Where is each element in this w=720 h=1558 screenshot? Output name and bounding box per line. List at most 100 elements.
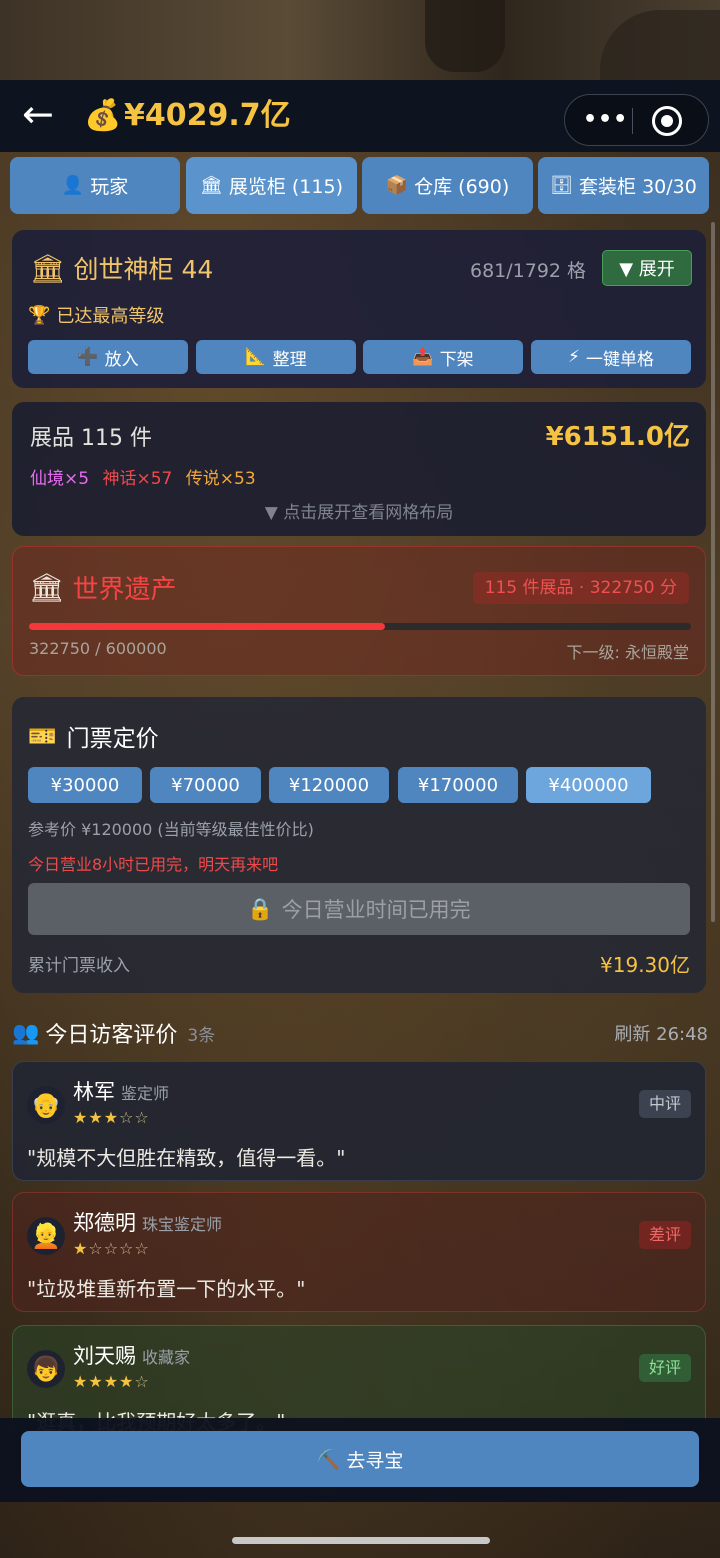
reference-price: 参考价 ¥120000 (当前等级最佳性价比) xyxy=(28,820,314,839)
review-tag: 差评 xyxy=(638,1221,691,1249)
money-balance: ¥4029.7亿 xyxy=(124,98,291,133)
ink-jar-decoration xyxy=(425,0,505,72)
tab-player[interactable]: 👤 玩家 xyxy=(10,157,180,214)
heritage-title: 🏛 世界遗产 xyxy=(29,569,177,606)
lock-icon: 🔒 xyxy=(247,896,274,921)
reviewer-role: 鉴定师 xyxy=(121,1084,170,1103)
empty-stars: ☆ xyxy=(134,1372,150,1391)
open-business-button-disabled[interactable]: 🔒 今日营业时间已用完 xyxy=(28,883,690,935)
empty-stars: ☆☆☆☆ xyxy=(88,1239,150,1258)
scrollbar[interactable] xyxy=(711,222,715,922)
package-icon: 📦 xyxy=(385,175,409,196)
visitor-reviews-title: 👥 今日访客评价 3条 xyxy=(12,1017,215,1049)
ticket-icon: 🎫 xyxy=(28,723,57,750)
treasure-hunt-label: 去寻宝 xyxy=(346,1449,404,1472)
next-level-label: 下一级: 永恒殿堂 xyxy=(566,643,689,662)
price-option[interactable]: ¥120000 xyxy=(269,767,389,803)
rarity-legend: 传说×53 xyxy=(185,469,256,489)
put-in-button[interactable]: ➕ 放入 xyxy=(28,340,188,374)
background-photo-strip xyxy=(0,0,720,80)
expand-button[interactable]: ▼ 展开 xyxy=(602,250,692,286)
hours-used-warning: 今日营业8小时已用完，明天再来吧 xyxy=(28,855,279,874)
avatar: 👱 xyxy=(27,1217,65,1255)
reviewer-role: 珠宝鉴定师 xyxy=(142,1215,223,1234)
heritage-progress-fill xyxy=(29,623,386,630)
button-label: 放入 xyxy=(104,349,139,370)
price-option[interactable]: ¥170000 xyxy=(398,767,518,803)
price-option-selected[interactable]: ¥400000 xyxy=(526,767,651,803)
refresh-timer[interactable]: 刷新 26:48 xyxy=(614,1020,708,1046)
remove-button[interactable]: 📤 下架 xyxy=(363,340,523,374)
lightning-icon: ⚡ xyxy=(568,347,580,367)
reviewer-name: 林军 鉴定师 xyxy=(73,1076,169,1106)
treasure-hunt-button[interactable]: ⛏️ 去寻宝 xyxy=(21,1431,699,1487)
slot-count: 681/1792 格 xyxy=(470,260,587,282)
ticket-title: 🎫 门票定价 xyxy=(28,719,159,753)
review-count: 3条 xyxy=(187,1025,216,1046)
rarity-summary: 仙境×5 神话×57 传说×53 xyxy=(30,464,264,489)
price-option[interactable]: ¥30000 xyxy=(28,767,142,803)
reviewer-name-text: 郑德明 xyxy=(73,1211,136,1235)
player-icon: 👤 xyxy=(61,175,85,196)
heritage-score-badge: 115 件展品 · 322750 分 xyxy=(472,572,689,604)
price-option[interactable]: ¥70000 xyxy=(150,767,261,803)
income-value: ¥19.30亿 xyxy=(600,953,690,977)
bottom-action-bar: ⛏️ 去寻宝 xyxy=(0,1418,720,1502)
rarity-wonderland: 仙境×5 xyxy=(30,469,90,489)
review-tag: 中评 xyxy=(638,1090,691,1118)
button-label: 整理 xyxy=(272,349,307,370)
reviewer-name-text: 林军 xyxy=(73,1080,115,1104)
museum-icon: 🏛 xyxy=(29,571,65,604)
tab-exhibition[interactable]: 🏛 展览柜 (115) xyxy=(186,157,357,214)
exhibits-card[interactable]: 展品 115 件 ¥6151.0亿 仙境×5 神话×57 传说×53 ▼ 点击展… xyxy=(12,402,706,536)
exhibit-count: 展品 115 件 xyxy=(30,426,152,451)
organize-button[interactable]: 📐 整理 xyxy=(196,340,356,374)
filled-stars: ★★★★ xyxy=(73,1372,135,1391)
visitors-icon: 👥 xyxy=(12,1020,40,1046)
home-indicator[interactable] xyxy=(232,1537,490,1544)
more-options-icon[interactable]: ••• xyxy=(583,101,627,139)
review-text: "垃圾堆重新布置一下的水平。" xyxy=(27,1277,306,1301)
top-header: ← 💰 ¥4029.7亿 ••• xyxy=(0,80,720,152)
trophy-icon: 🏆 xyxy=(28,304,51,326)
pickaxe-icon: ⛏️ xyxy=(316,1448,341,1471)
rarity-myth: 神话×57 xyxy=(102,469,173,489)
reviewer-name: 郑德明 珠宝鉴定师 xyxy=(73,1207,222,1237)
cabinet-card: 🏛 创世神柜 44 681/1792 格 ▼ 展开 🏆 已达最高等级 ➕ 放入 … xyxy=(12,230,706,388)
review-card: 👱 郑德明 珠宝鉴定师 ★☆☆☆☆ 差评 "垃圾堆重新布置一下的水平。" xyxy=(12,1192,706,1312)
filled-stars: ★★★ xyxy=(73,1108,120,1127)
heritage-progress-bar xyxy=(29,623,691,630)
tab-label: 套装柜 30/30 xyxy=(579,176,697,198)
exhibit-value: ¥6151.0亿 xyxy=(545,422,690,452)
back-arrow-icon[interactable]: ← xyxy=(22,95,66,134)
cabinet-icon: 🗄 xyxy=(550,175,574,196)
cabinet-title: 🏛 创世神柜 44 xyxy=(30,250,213,286)
mini-program-capsule: ••• xyxy=(564,94,709,146)
tab-label: 玩家 xyxy=(90,176,129,198)
heritage-progress-text: 322750 / 600000 xyxy=(29,639,167,658)
avatar: 👴 xyxy=(27,1086,65,1124)
close-target-icon[interactable] xyxy=(652,106,682,136)
empty-stars: ☆☆ xyxy=(119,1108,150,1127)
capsule-divider xyxy=(632,108,633,134)
disabled-label: 今日营业时间已用完 xyxy=(281,898,471,922)
tab-warehouse[interactable]: 📦 仓库 (690) xyxy=(362,157,533,214)
one-click-single-button[interactable]: ⚡ 一键单格 xyxy=(531,340,691,374)
tab-bar: 👤 玩家 🏛 展览柜 (115) 📦 仓库 (690) 🗄 套装柜 30/30 xyxy=(10,157,710,214)
museum-icon: 🏛 xyxy=(30,251,66,285)
reviewer-name: 刘天赐 收藏家 xyxy=(73,1340,190,1370)
button-label: 下架 xyxy=(439,349,474,370)
button-label: 一键单格 xyxy=(585,349,654,370)
visitor-reviews-header: 👥 今日访客评价 3条 刷新 26:48 xyxy=(12,1015,708,1049)
income-label: 累计门票收入 xyxy=(28,956,130,976)
heritage-card: 🏛 世界遗产 115 件展品 · 322750 分 322750 / 60000… xyxy=(12,546,706,676)
outbox-icon: 📤 xyxy=(412,347,434,367)
tab-set-cabinet[interactable]: 🗄 套装柜 30/30 xyxy=(538,157,709,214)
expand-grid-hint[interactable]: ▼ 点击展开查看网格布局 xyxy=(12,498,706,523)
reviewer-role: 收藏家 xyxy=(142,1348,191,1367)
money-bag-icon: 💰 xyxy=(84,98,122,133)
review-card: 👴 林军 鉴定师 ★★★☆☆ 中评 "规模不大但胜在精致，值得一看。" xyxy=(12,1061,706,1181)
visitor-reviews-label: 今日访客评价 xyxy=(45,1023,178,1048)
review-text: "规模不大但胜在精致，值得一看。" xyxy=(27,1146,346,1170)
review-tag: 好评 xyxy=(638,1354,691,1382)
